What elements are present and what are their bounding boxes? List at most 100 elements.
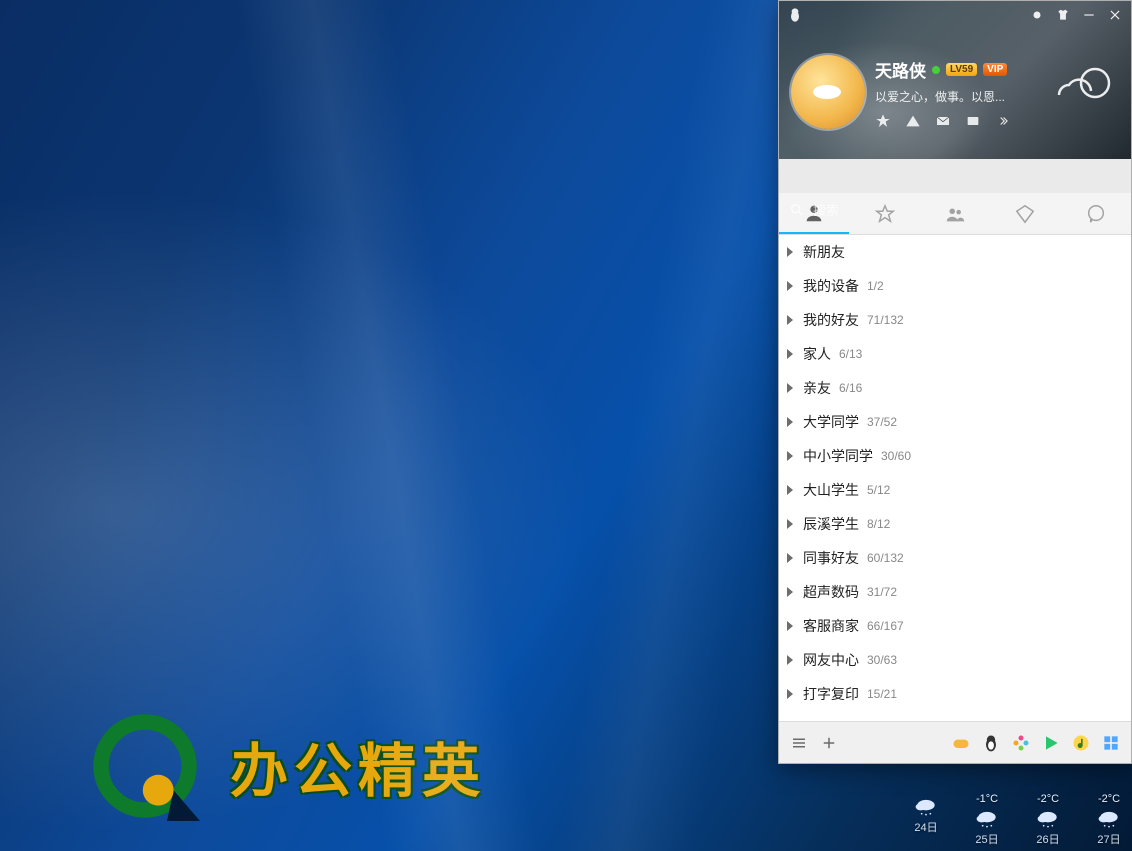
weather-day[interactable]: -2°C 27日 bbox=[1096, 793, 1122, 847]
group-name: 超声数码 bbox=[803, 582, 859, 602]
weather-day-label: 24日 bbox=[914, 819, 937, 835]
group-name: 家人 bbox=[803, 344, 831, 364]
group-name: 打字复印 bbox=[803, 684, 859, 704]
triangle-right-icon bbox=[787, 689, 793, 699]
contact-group[interactable]: 我的好友 71/132 bbox=[779, 303, 1131, 337]
weather-temp: -2°C bbox=[1098, 793, 1120, 805]
contact-group[interactable]: 客服商家 66/167 bbox=[779, 609, 1131, 643]
group-count: 6/16 bbox=[839, 381, 862, 395]
logo-text: 办公精英 bbox=[230, 724, 486, 808]
penguin-icon[interactable] bbox=[787, 7, 803, 23]
contact-group[interactable]: 大山学生 5/12 bbox=[779, 473, 1131, 507]
group-name: 辰溪学生 bbox=[803, 514, 859, 534]
cloud-snow-icon bbox=[974, 808, 1000, 828]
group-count: 71/132 bbox=[867, 313, 904, 327]
close-icon[interactable] bbox=[1107, 7, 1123, 23]
group-count: 60/132 bbox=[867, 551, 904, 565]
contact-group-list[interactable]: 新朋友 我的设备 1/2 我的好友 71/132 家人 6/13 亲友 6/16… bbox=[779, 235, 1131, 721]
desktop-logo: 办公精英 bbox=[90, 711, 486, 821]
menu-icon[interactable] bbox=[789, 733, 809, 753]
group-name: 中小学同学 bbox=[803, 446, 873, 466]
minimize-icon[interactable] bbox=[1081, 7, 1097, 23]
cloud-snow-icon bbox=[1035, 808, 1061, 828]
weather-day[interactable]: -2°C 26日 bbox=[1035, 793, 1061, 847]
group-name: 我的好友 bbox=[803, 310, 859, 330]
user-icon-row bbox=[875, 113, 1123, 129]
group-count: 66/167 bbox=[867, 619, 904, 633]
weather-temp: -1°C bbox=[976, 793, 998, 805]
search-bar[interactable] bbox=[779, 193, 1131, 227]
user-name: 天路侠 bbox=[875, 57, 926, 82]
online-dot-icon bbox=[932, 66, 940, 74]
weather-day-label: 26日 bbox=[1036, 831, 1059, 847]
group-name: 大山学生 bbox=[803, 480, 859, 500]
qq-banner: 天路侠 LV59 VIP 以爱之心，做事。以恩... bbox=[779, 1, 1131, 159]
more-icon[interactable] bbox=[995, 113, 1011, 129]
app-video-icon[interactable] bbox=[1041, 733, 1061, 753]
weather-temp: -2°C bbox=[1037, 793, 1059, 805]
app-manager-icon[interactable] bbox=[1101, 733, 1121, 753]
weather-day-label: 27日 bbox=[1097, 831, 1120, 847]
app-flower-icon[interactable] bbox=[1011, 733, 1031, 753]
panel-footer bbox=[779, 721, 1131, 763]
triangle-right-icon bbox=[787, 281, 793, 291]
contact-group[interactable]: 家人 6/13 bbox=[779, 337, 1131, 371]
group-name: 大学同学 bbox=[803, 412, 859, 432]
qzone-icon[interactable] bbox=[875, 113, 891, 129]
weather-day[interactable]: -1°C 25日 bbox=[974, 793, 1000, 847]
triangle-right-icon bbox=[787, 485, 793, 495]
group-count: 31/72 bbox=[867, 585, 897, 599]
mail-icon[interactable] bbox=[935, 113, 951, 129]
triangle-right-icon bbox=[787, 247, 793, 257]
card-icon[interactable] bbox=[965, 113, 981, 129]
group-count: 15/21 bbox=[867, 687, 897, 701]
contact-group[interactable]: 超声数码 31/72 bbox=[779, 575, 1131, 609]
app-music-icon[interactable] bbox=[1071, 733, 1091, 753]
triangle-right-icon bbox=[787, 553, 793, 563]
contact-group[interactable]: 同事好友 60/132 bbox=[779, 541, 1131, 575]
group-name: 同事好友 bbox=[803, 548, 859, 568]
tent-icon[interactable] bbox=[905, 113, 921, 129]
banner-weather-icon[interactable] bbox=[1051, 61, 1121, 111]
weather-day-label: 25日 bbox=[975, 831, 998, 847]
triangle-right-icon bbox=[787, 621, 793, 631]
group-count: 37/52 bbox=[867, 415, 897, 429]
contact-group[interactable]: 辰溪学生 8/12 bbox=[779, 507, 1131, 541]
titlebar bbox=[787, 7, 1123, 23]
medal-icon[interactable] bbox=[1029, 7, 1045, 23]
group-name: 亲友 bbox=[803, 378, 831, 398]
cloud-snow-icon bbox=[1096, 808, 1122, 828]
qq-panel: 天路侠 LV59 VIP 以爱之心，做事。以恩... bbox=[778, 0, 1132, 764]
contact-group[interactable]: 亲友 6/16 bbox=[779, 371, 1131, 405]
cloud-snow-icon bbox=[913, 796, 939, 816]
contact-group[interactable]: 新朋友 bbox=[779, 235, 1131, 269]
group-name: 网友中心 bbox=[803, 650, 859, 670]
triangle-right-icon bbox=[787, 349, 793, 359]
group-name: 客服商家 bbox=[803, 616, 859, 636]
desktop-wallpaper: 办公精英 天路侠 bbox=[0, 0, 1132, 851]
triangle-right-icon bbox=[787, 417, 793, 427]
logo-mark-icon bbox=[90, 711, 200, 821]
vip-badge: VIP bbox=[983, 63, 1007, 76]
weather-day[interactable]: 24日 bbox=[913, 793, 939, 847]
group-count: 30/63 bbox=[867, 653, 897, 667]
group-name: 新朋友 bbox=[803, 242, 845, 262]
shirt-icon[interactable] bbox=[1055, 7, 1071, 23]
avatar[interactable] bbox=[791, 55, 865, 129]
contact-group[interactable]: 大学同学 37/52 bbox=[779, 405, 1131, 439]
add-icon[interactable] bbox=[819, 733, 839, 753]
triangle-right-icon bbox=[787, 383, 793, 393]
contact-group[interactable]: 我的设备 1/2 bbox=[779, 269, 1131, 303]
group-name: 我的设备 bbox=[803, 276, 859, 296]
app-game-icon[interactable] bbox=[951, 733, 971, 753]
level-badge: LV59 bbox=[946, 63, 977, 76]
group-count: 1/2 bbox=[867, 279, 884, 293]
contact-group[interactable]: 中小学同学 30/60 bbox=[779, 439, 1131, 473]
triangle-right-icon bbox=[787, 519, 793, 529]
search-input[interactable] bbox=[813, 203, 1121, 218]
contact-group[interactable]: 打字复印 15/21 bbox=[779, 677, 1131, 711]
contact-group[interactable]: 网友中心 30/63 bbox=[779, 643, 1131, 677]
app-penguin-icon[interactable] bbox=[981, 733, 1001, 753]
qq-banner-wrap: 天路侠 LV59 VIP 以爱之心，做事。以恩... bbox=[779, 1, 1131, 193]
triangle-right-icon bbox=[787, 587, 793, 597]
